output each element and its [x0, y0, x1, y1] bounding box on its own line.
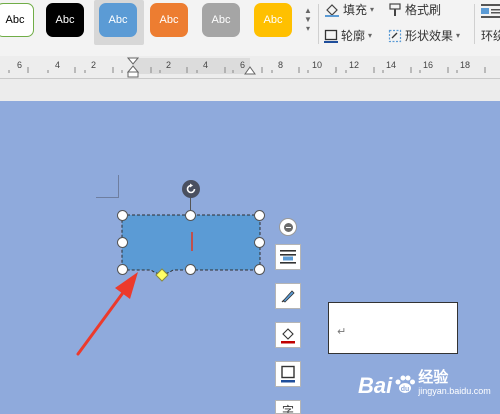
fill-bucket-icon: [325, 3, 339, 17]
shape-style-white[interactable]: Abc: [0, 3, 34, 37]
adjust-handle[interactable]: [155, 268, 169, 282]
annotation-arrow-icon: [76, 272, 138, 356]
chevron-down-icon: ▾: [370, 5, 375, 14]
rotate-icon: [186, 183, 196, 194]
paw-icon: du: [395, 375, 416, 393]
collapse-icon[interactable]: [279, 218, 297, 236]
ruler-label: 2: [91, 60, 97, 70]
style-label: Abc: [211, 14, 231, 26]
style-label: Abc: [159, 14, 179, 26]
chevron-down-icon: ▾: [368, 31, 373, 40]
style-label: Abc: [108, 14, 128, 26]
page-margin-corner: [96, 175, 119, 198]
shape-effects-label: 形状效果: [405, 29, 454, 43]
ruler-label: 4: [55, 60, 61, 70]
rotate-handle[interactable]: [182, 180, 200, 198]
shape-style-icon: [281, 290, 295, 303]
resize-handle-w[interactable]: [117, 237, 128, 248]
wrap-text-icon[interactable]: [481, 3, 500, 24]
style-label: Abc: [55, 14, 75, 26]
right-indent-marker-icon[interactable]: [244, 65, 256, 75]
format-painter-icon: [389, 2, 401, 16]
ruler-label: 12: [349, 60, 360, 70]
indent-marker-icon[interactable]: [127, 57, 139, 79]
style-label: Abc: [263, 14, 283, 26]
ruler-label: 6: [17, 60, 23, 70]
outline-button[interactable]: 轮廓 ▾: [324, 27, 372, 44]
shape-style-orange[interactable]: Abc: [150, 3, 188, 37]
ruler-label: 14: [386, 60, 397, 70]
format-painter-label: 格式刷: [405, 3, 442, 17]
fill-label: 填充: [343, 3, 368, 17]
shape-outline-icon: [281, 365, 295, 383]
shape-style-black[interactable]: Abc: [46, 3, 84, 37]
text-cursor: [191, 232, 193, 251]
resize-handle-ne[interactable]: [254, 210, 265, 221]
outline-label: 轮廓: [341, 29, 366, 43]
shape-style-button[interactable]: [275, 283, 301, 309]
resize-handle-s[interactable]: [185, 264, 196, 275]
page-gutter: [0, 79, 500, 101]
watermark-jingyan: 经验: [418, 369, 449, 386]
text-icon: 字: [281, 404, 294, 414]
fill-button[interactable]: 填充 ▾: [324, 1, 374, 18]
text-box[interactable]: ↵: [328, 302, 458, 354]
shape-effects-button[interactable]: 形状效果 ▾: [388, 27, 460, 44]
format-painter-button[interactable]: 格式刷: [388, 1, 441, 18]
shape-style-blue[interactable]: Abc: [99, 3, 137, 37]
shape-fill-icon: [281, 328, 295, 344]
text-button[interactable]: 字: [275, 400, 301, 414]
layout-options-icon: [280, 250, 296, 264]
baidu-jingyan-watermark: Bai du 经验 jingyan.baidu.com: [358, 370, 491, 397]
ruler-label: 2: [166, 60, 172, 70]
ribbon-separator: [474, 4, 475, 44]
watermark-paw-text: du: [401, 386, 410, 393]
resize-handle-se[interactable]: [254, 264, 265, 275]
resize-handle-nw[interactable]: [117, 210, 128, 221]
outline-icon: [324, 29, 338, 43]
ruler-label: 18: [460, 60, 471, 70]
ribbon-separator: [318, 4, 319, 44]
ribbon-toolbar: Abc Abc Abc Abc Abc Abc ▲ ▼ ▾ 填充 ▾ 轮廓 ▾ 格式…: [0, 0, 500, 57]
watermark-url: jingyan.baidu.com: [418, 386, 491, 396]
horizontal-ruler[interactable]: 6 4 2 2 4 6 8 10 12 14 16 18: [0, 56, 500, 79]
resize-handle-e[interactable]: [254, 237, 265, 248]
shape-fill-button[interactable]: [275, 322, 301, 348]
shape-style-gray[interactable]: Abc: [202, 3, 240, 37]
watermark-brand: Bai: [358, 373, 393, 398]
paragraph-mark: ↵: [337, 326, 347, 338]
shape-outline-button[interactable]: [275, 361, 301, 387]
layout-options-button[interactable]: [275, 244, 301, 270]
ruler-label: 4: [203, 60, 209, 70]
style-label: Abc: [5, 14, 25, 26]
shape-style-gold[interactable]: Abc: [254, 3, 292, 37]
shape-effects-icon: [388, 29, 402, 42]
style-gallery-more-button[interactable]: ▲ ▼ ▾: [302, 6, 314, 44]
ruler-label: 8: [278, 60, 284, 70]
chevron-down-icon: ▾: [456, 31, 461, 40]
ruler-label: 16: [423, 60, 434, 70]
resize-handle-n[interactable]: [185, 210, 196, 221]
wrap-label[interactable]: 环绕: [481, 27, 500, 44]
ruler-label: 10: [312, 60, 323, 70]
